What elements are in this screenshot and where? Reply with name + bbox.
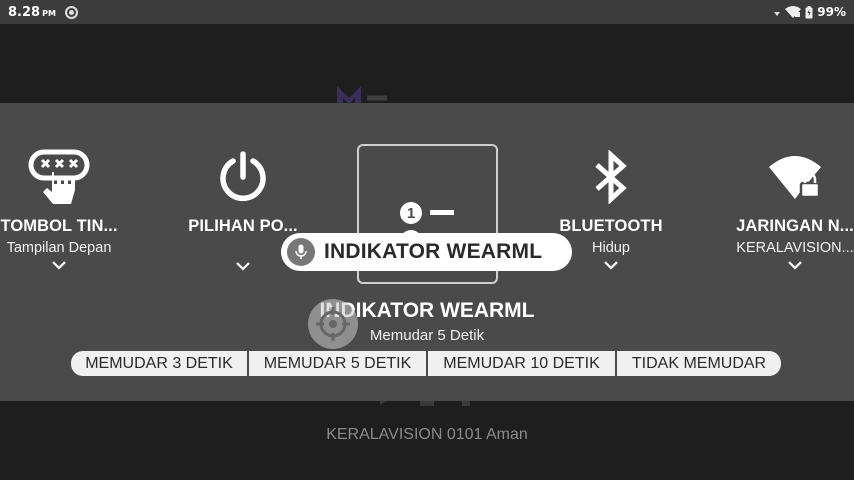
wifi-lock-icon [763, 145, 827, 209]
option-fade-5s[interactable]: MEMUDAR 5 DETIK [249, 351, 426, 376]
battery-icon [805, 5, 813, 18]
chevron-down-icon[interactable] [51, 258, 67, 272]
background-footer-text: KERALAVISION 0101 Aman [326, 426, 528, 443]
tile-subtitle: Hidup [592, 240, 630, 256]
chevron-down-icon[interactable] [603, 258, 619, 272]
chevron-down-icon[interactable] [235, 259, 251, 273]
status-right-group: 99% [773, 5, 846, 19]
option-fade-10s[interactable]: MEMUDAR 10 DETIK [428, 351, 615, 376]
bluetooth-icon [579, 145, 643, 209]
voice-command-pill: INDIKATOR WEARML [281, 233, 572, 271]
chevron-down-icon[interactable] [787, 258, 803, 272]
notification-app-icon [64, 5, 78, 19]
touch-gesture-icon [27, 145, 91, 209]
tile-title: BLUETOOTH [559, 217, 663, 235]
fade-options-group: MEMUDAR 3 DETIK MEMUDAR 5 DETIK MEMUDAR … [71, 351, 781, 376]
option-fade-3s[interactable]: MEMUDAR 3 DETIK [71, 351, 247, 376]
selected-item-title: INDIKATOR WEARML [319, 299, 535, 322]
voice-command-label: INDIKATOR WEARML [324, 240, 543, 263]
tile-title: JARINGAN N... [736, 217, 854, 235]
battery-percent: 99% [817, 5, 846, 19]
option-no-fade[interactable]: TIDAK MEMUDAR [617, 351, 781, 376]
tile-action-button[interactable]: TOMBOL TIN... Tampilan Depan [0, 145, 130, 272]
crosshair-icon [308, 299, 358, 349]
quick-settings-panel: TOMBOL TIN... Tampilan Depan PILIHAN PO.… [0, 103, 854, 401]
selected-item-subtitle: Memudar 5 Detik [369, 327, 485, 344]
wifi-status-icon [785, 6, 802, 18]
tile-subtitle: KERALAVISION... [736, 240, 854, 256]
tile-subtitle: Tampilan Depan [6, 240, 112, 256]
tile-network[interactable]: JARINGAN N... KERALAVISION... [724, 145, 854, 272]
signal-icon [774, 12, 781, 16]
svg-text:1: 1 [406, 205, 414, 222]
mic-icon [287, 238, 315, 266]
status-time: 8.28 [8, 4, 41, 20]
power-icon [211, 145, 275, 209]
status-ampm: PM [42, 9, 56, 18]
status-bar: 8.28 PM 99% [0, 0, 854, 24]
tile-title: TOMBOL TIN... [0, 217, 118, 235]
tile-title: PILIHAN PO... [188, 217, 298, 235]
